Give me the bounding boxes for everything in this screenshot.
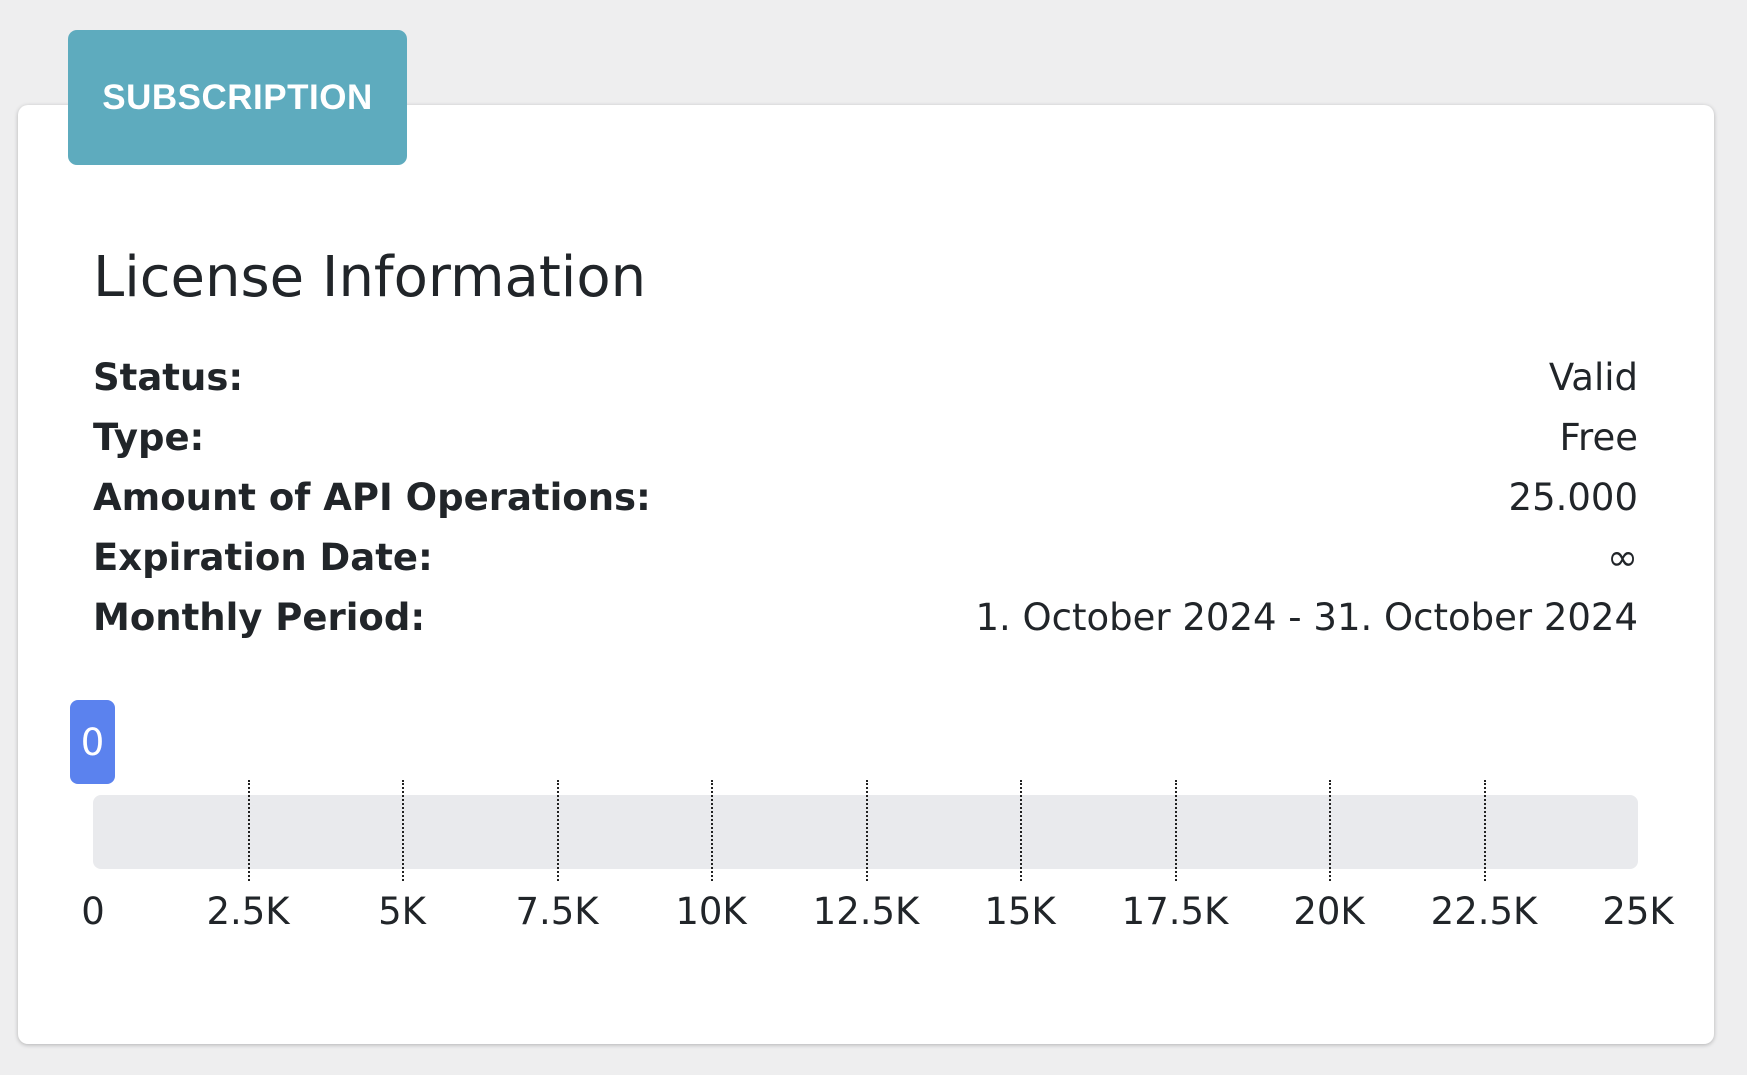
- tick-label: 2.5K: [206, 890, 290, 933]
- tick-line: [557, 780, 559, 881]
- api-operations-label: Amount of API Operations:: [93, 475, 651, 519]
- tick-line: [711, 780, 713, 881]
- tick-label: 22.5K: [1430, 890, 1538, 933]
- monthly-period-label: Monthly Period:: [93, 595, 426, 639]
- api-operations-value: 25.000: [1508, 475, 1638, 519]
- tick-line: [402, 780, 404, 881]
- status-value: Valid: [1548, 355, 1638, 399]
- expiration-date-value: ∞: [1607, 535, 1638, 579]
- tick-line: [1175, 780, 1177, 881]
- tick-line: [1329, 780, 1331, 881]
- info-row-api-operations: Amount of API Operations: 25.000: [93, 467, 1638, 527]
- tick-label: 7.5K: [515, 890, 599, 933]
- usage-value-bubble: 0: [70, 700, 115, 784]
- info-row-monthly-period: Monthly Period: 1. October 2024 - 31. Oc…: [93, 587, 1638, 647]
- tick-line: [1484, 780, 1486, 881]
- info-row-type: Type: Free: [93, 407, 1638, 467]
- tick-label: 0: [81, 890, 105, 933]
- tick-label: 15K: [984, 890, 1056, 933]
- tick-label: 20K: [1293, 890, 1365, 933]
- tick-label: 12.5K: [812, 890, 920, 933]
- tick-line: [1020, 780, 1022, 881]
- tick-label: 10K: [675, 890, 747, 933]
- tick-line: [866, 780, 868, 881]
- type-value: Free: [1559, 415, 1638, 459]
- tick-label: 5K: [378, 890, 426, 933]
- monthly-period-value: 1. October 2024 - 31. October 2024: [975, 595, 1638, 639]
- tick-line: [248, 780, 250, 881]
- tick-label: 17.5K: [1121, 890, 1229, 933]
- info-row-expiration-date: Expiration Date: ∞: [93, 527, 1638, 587]
- info-row-status: Status: Valid: [93, 347, 1638, 407]
- subscription-tab[interactable]: SUBSCRIPTION: [68, 30, 407, 165]
- tick-label: 25K: [1602, 890, 1674, 933]
- license-title: License Information: [93, 245, 647, 310]
- status-label: Status:: [93, 355, 244, 399]
- type-label: Type:: [93, 415, 205, 459]
- expiration-date-label: Expiration Date:: [93, 535, 433, 579]
